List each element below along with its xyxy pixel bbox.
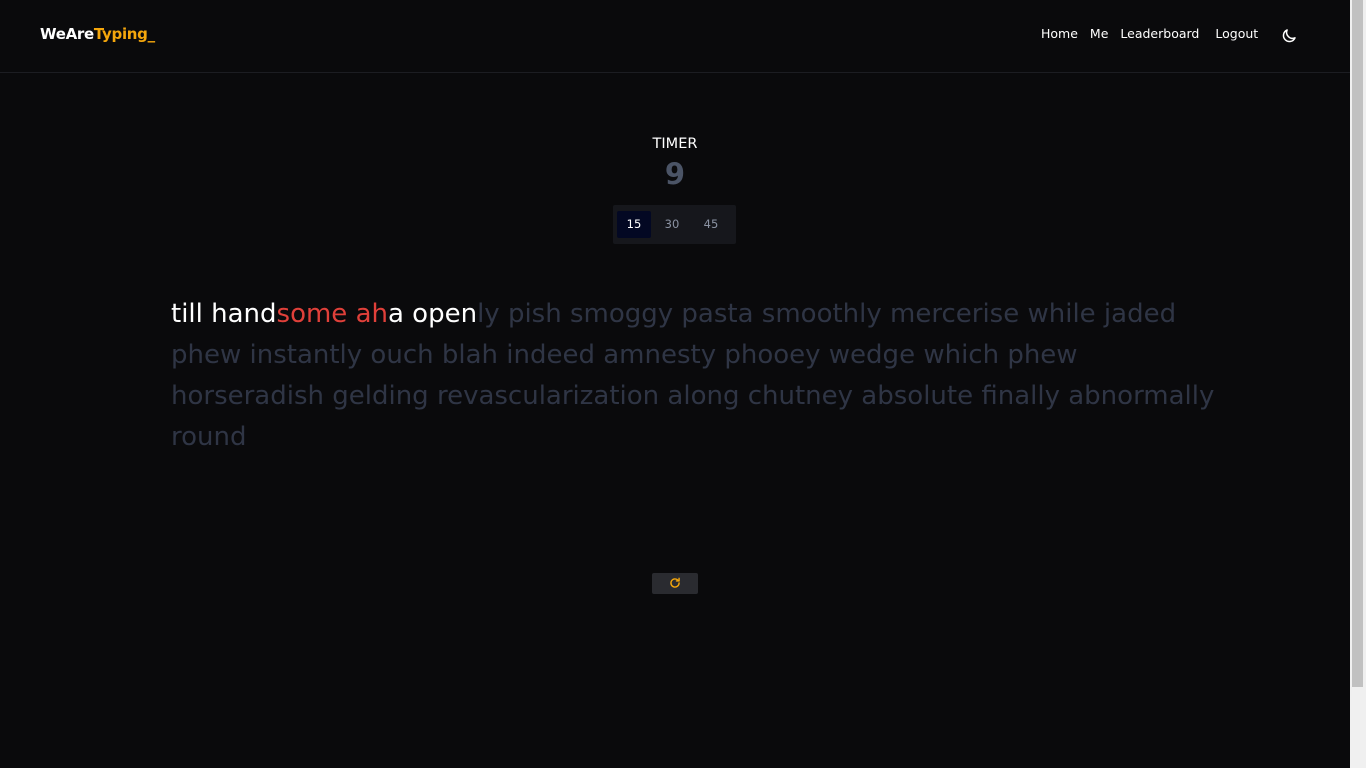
nav-home-link[interactable]: Home	[1041, 26, 1078, 41]
typed-wrong-text: some ah	[276, 299, 388, 329]
page: WeAreTyping_ Home Me Leaderboard Logout …	[0, 0, 1366, 768]
timer-value: 9	[664, 157, 686, 191]
logo-main: WeAre	[40, 25, 94, 43]
moon-icon[interactable]	[1280, 27, 1298, 45]
logo-accent: Typing_	[93, 25, 155, 43]
duration-45-button[interactable]: 45	[694, 211, 728, 238]
typing-text[interactable]: till handsome aha openly pish smoggy pas…	[171, 294, 1231, 458]
nav-me-link[interactable]: Me	[1090, 26, 1108, 41]
nav-leaderboard-link[interactable]: Leaderboard	[1120, 26, 1199, 41]
refresh-icon	[670, 577, 680, 588]
duration-selector: 15 30 45	[613, 205, 736, 244]
timer-label: TIMER	[652, 136, 698, 152]
restart-button[interactable]	[652, 573, 698, 594]
scrollbar-thumb[interactable]	[1352, 0, 1363, 687]
nav: Home Me Leaderboard Logout	[1041, 26, 1258, 41]
duration-30-button[interactable]: 30	[655, 211, 689, 238]
typed-correct-text: till hand	[171, 299, 277, 329]
nav-logout-link[interactable]: Logout	[1215, 26, 1258, 41]
header: WeAreTyping_ Home Me Leaderboard Logout	[0, 0, 1350, 73]
typed-correct-text-2: a open	[387, 299, 478, 329]
logo[interactable]: WeAreTyping_	[40, 25, 155, 43]
duration-15-button[interactable]: 15	[617, 211, 651, 238]
